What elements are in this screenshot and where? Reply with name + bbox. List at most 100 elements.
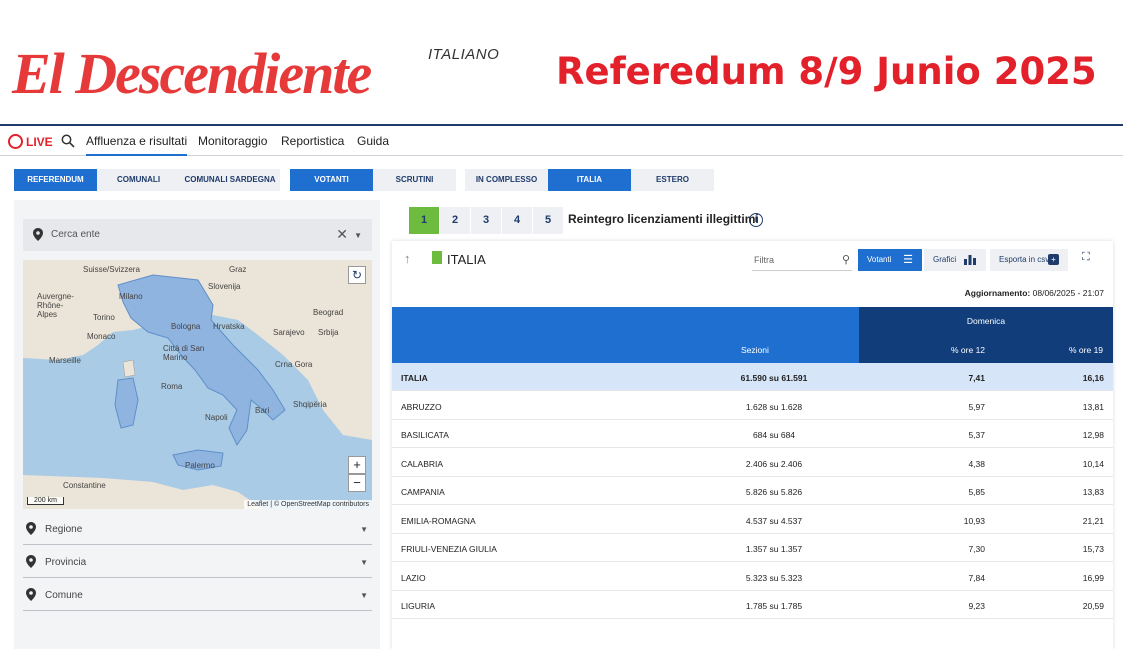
question-tab-3[interactable]: 3 <box>471 207 501 234</box>
brand-logo: El Descendiente <box>12 41 372 106</box>
nav-reportistica[interactable]: Reportistica <box>281 134 344 148</box>
provincia-label: Provincia <box>45 557 87 568</box>
map-label: Slovenija <box>208 282 241 291</box>
map-label: Hrvatska <box>213 322 245 331</box>
cell-sezioni: 61.590 su 61.591 <box>740 373 808 383</box>
nav-guida[interactable]: Guida <box>357 134 389 148</box>
cell-name: CALABRIA <box>401 458 444 469</box>
table-row[interactable]: CALABRIA 2.406 su 2.406 4,38 10,14 <box>392 449 1113 477</box>
col-ore12[interactable]: % ore 12 <box>951 345 985 355</box>
info-icon[interactable]: i <box>749 213 763 227</box>
document-icon <box>432 251 442 264</box>
map-label: Sarajevo <box>273 328 305 337</box>
domenica-header: Domenica <box>859 307 1113 335</box>
cell-ore19: 12,98 <box>1082 430 1104 440</box>
map[interactable]: Suisse/Svizzera Graz Auvergne-Rhône-Alpe… <box>23 260 372 509</box>
cerca-ente-input[interactable]: Cerca ente ✕ ▼ <box>23 219 372 251</box>
card-title: ITALIA <box>447 252 486 267</box>
question-tab-5[interactable]: 5 <box>533 207 563 234</box>
cell-ore12: 5,97 <box>968 401 985 412</box>
banner: El Descendiente ITALIANO Referedum 8/9 J… <box>0 0 1123 124</box>
votanti-button[interactable]: Votanti ☰ <box>858 249 922 271</box>
left-panel: Cerca ente ✕ ▼ Suisse/Svizzera Graz Auve… <box>14 200 380 649</box>
live-label: LIVE <box>26 134 53 149</box>
map-label: Graz <box>229 265 247 274</box>
clear-icon[interactable]: ✕ <box>336 226 348 243</box>
map-attribution[interactable]: Leaflet | © OpenStreetMap contributors <box>244 500 372 509</box>
table-row[interactable]: ABRUZZO 1.628 su 1.628 5,97 13,81 <box>392 392 1113 420</box>
question-tab-2[interactable]: 2 <box>440 207 470 234</box>
location-pin-icon <box>26 522 36 535</box>
table-row[interactable]: LIGURIA 1.785 su 1.785 9,23 20,59 <box>392 591 1113 619</box>
esporta-csv-button[interactable]: Esporta in csv + <box>990 249 1068 271</box>
chevron-down-icon: ▼ <box>360 558 368 567</box>
cell-ore12: 7,84 <box>968 572 985 583</box>
comune-select[interactable]: Comune ▼ <box>23 578 372 611</box>
election-type-filter: REFERENDUM COMUNALI COMUNALI SARDEGNA <box>14 169 280 191</box>
cell-name: LIGURIA <box>401 601 436 611</box>
map-label: Suisse/Svizzera <box>83 265 140 274</box>
search-placeholder: Cerca ente <box>51 229 100 240</box>
cell-sezioni: 1.357 su 1.357 <box>745 544 803 554</box>
filter-italia[interactable]: ITALIA <box>548 169 631 191</box>
chevron-down-icon[interactable]: ▼ <box>354 231 362 240</box>
table-row[interactable]: EMILIA-ROMAGNA 4.537 su 4.537 10,93 21,21 <box>392 506 1113 534</box>
cell-name: BASILICATA <box>401 430 449 440</box>
esporta-csv-label: Esporta in csv <box>999 255 1050 264</box>
filter-comunali-sardegna[interactable]: COMUNALI SARDEGNA <box>180 169 280 191</box>
map-label: Milano <box>119 292 143 301</box>
filter-votanti[interactable]: VOTANTI <box>290 169 373 191</box>
provincia-select[interactable]: Provincia ▼ <box>23 545 372 578</box>
regione-label: Regione <box>45 524 83 535</box>
zoom-out-button[interactable]: − <box>348 474 366 492</box>
map-label: Constantine <box>63 481 106 490</box>
question-tab-1[interactable]: 1 <box>409 207 439 234</box>
download-icon: + <box>1048 254 1059 265</box>
table-row[interactable]: FRIULI-VENEZIA GIULIA 1.357 su 1.357 7,30 1… <box>392 534 1113 562</box>
arrow-up-icon[interactable]: ↑ <box>404 251 411 266</box>
data-type-filter: VOTANTI SCRUTINI <box>290 169 456 191</box>
nav-affluenza[interactable]: Affluenza e risultati <box>86 134 188 156</box>
cell-ore19: 20,59 <box>1082 601 1104 611</box>
map-label: Bari <box>255 406 270 415</box>
table-row[interactable]: LAZIO 5.323 su 5.323 7,84 16,99 <box>392 563 1113 591</box>
filter-comunali[interactable]: COMUNALI <box>97 169 180 191</box>
table-row[interactable]: BASILICATA 684 su 684 5,37 12,98 <box>392 420 1113 448</box>
filter-referendum[interactable]: REFERENDUM <box>14 169 97 191</box>
table-row[interactable]: CAMPANIA 5.826 su 5.826 5,85 13,83 <box>392 477 1113 505</box>
cell-sezioni: 1.628 su 1.628 <box>745 401 803 412</box>
question-title: Reintegro licenziamenti illegittimi <box>568 212 759 226</box>
col-sezioni[interactable]: Sezioni <box>741 345 769 355</box>
zoom-in-button[interactable]: + <box>348 456 366 474</box>
cell-ore12: 5,37 <box>968 430 985 440</box>
filter-scrutini[interactable]: SCRUTINI <box>373 169 456 191</box>
search-icon[interactable] <box>60 133 76 149</box>
location-pin-icon <box>26 588 36 601</box>
brand-subtitle: ITALIANO <box>428 46 500 63</box>
filter-estero[interactable]: ESTERO <box>631 169 714 191</box>
fullscreen-icon[interactable]: ⛶ <box>1082 251 1090 264</box>
chevron-down-icon: ▼ <box>360 525 368 534</box>
question-tab-4[interactable]: 4 <box>502 207 532 234</box>
chevron-down-icon: ▼ <box>360 591 368 600</box>
map-label: Srbija <box>318 328 339 337</box>
cell-ore19: 16,16 <box>1082 373 1104 383</box>
grafici-button[interactable]: Grafici <box>924 249 986 271</box>
results-card: ↑ ITALIA Filtra ⚲ Votanti ☰ Grafici Espo… <box>392 241 1113 649</box>
cell-ore19: 10,14 <box>1082 458 1104 469</box>
list-icon: ☰ <box>903 254 913 266</box>
regione-select[interactable]: Regione ▼ <box>23 512 372 545</box>
col-ore19[interactable]: % ore 19 <box>1069 345 1103 355</box>
location-pin-icon <box>26 555 36 568</box>
map-scale: 200 km <box>27 497 64 505</box>
map-label: Beograd <box>313 308 344 317</box>
cell-ore12: 7,30 <box>968 544 985 554</box>
live-indicator[interactable]: LIVE <box>8 134 53 149</box>
question-tabs: 1 2 3 4 5 <box>409 207 564 234</box>
table-row[interactable]: ITALIA 61.590 su 61.591 7,41 16,16 <box>392 363 1113 391</box>
update-label: Aggiornamento: <box>964 288 1031 298</box>
refresh-icon[interactable]: ↻ <box>348 266 366 284</box>
filtra-input[interactable]: Filtra ⚲ <box>752 249 852 271</box>
filter-in-complesso[interactable]: IN COMPLESSO <box>465 169 548 191</box>
nav-monitoraggio[interactable]: Monitoraggio <box>198 134 267 148</box>
